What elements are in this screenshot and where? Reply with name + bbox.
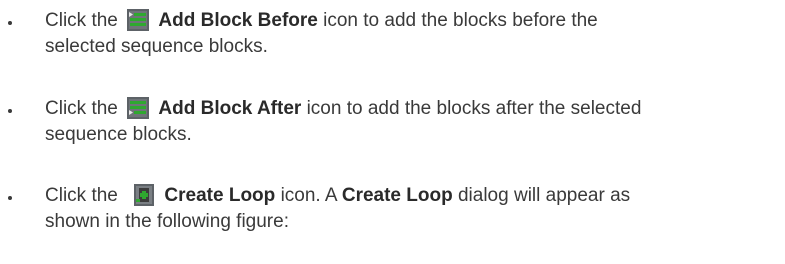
add-block-after-icon: [127, 97, 150, 119]
item-suffix-continued: sequence blocks.: [45, 124, 192, 145]
item-bold-label: Create Loop: [164, 185, 276, 206]
item-prefix: Click the: [45, 98, 118, 119]
item-suffix-continued: shown in the following figure:: [45, 211, 289, 232]
item-prefix: Click the: [45, 185, 118, 206]
add-block-before-icon: [127, 9, 150, 31]
item-suffix: icon to add the blocks before the: [323, 10, 598, 31]
item-bold-label: Add Block After: [158, 98, 302, 119]
bullet: [8, 109, 12, 113]
item-suffix-continued: selected sequence blocks.: [45, 36, 268, 57]
bullet: [8, 196, 12, 200]
list-item-text: Click the Create Loop icon. A Create Loo…: [45, 183, 765, 235]
list-item-text: Click the Add Block After icon to add th…: [45, 96, 765, 148]
item-bold-label-2: Create Loop: [341, 185, 453, 206]
item-mid: icon. A: [280, 185, 337, 206]
item-suffix: icon to add the blocks after the selecte…: [306, 98, 642, 119]
create-loop-icon: [133, 184, 155, 206]
bullet: [8, 21, 12, 25]
item-bold-label: Add Block Before: [158, 10, 318, 31]
item-suffix: dialog will appear as: [457, 185, 631, 206]
item-prefix: Click the: [45, 10, 118, 31]
list-item-text: Click the Add Block Before icon to add t…: [45, 8, 765, 60]
